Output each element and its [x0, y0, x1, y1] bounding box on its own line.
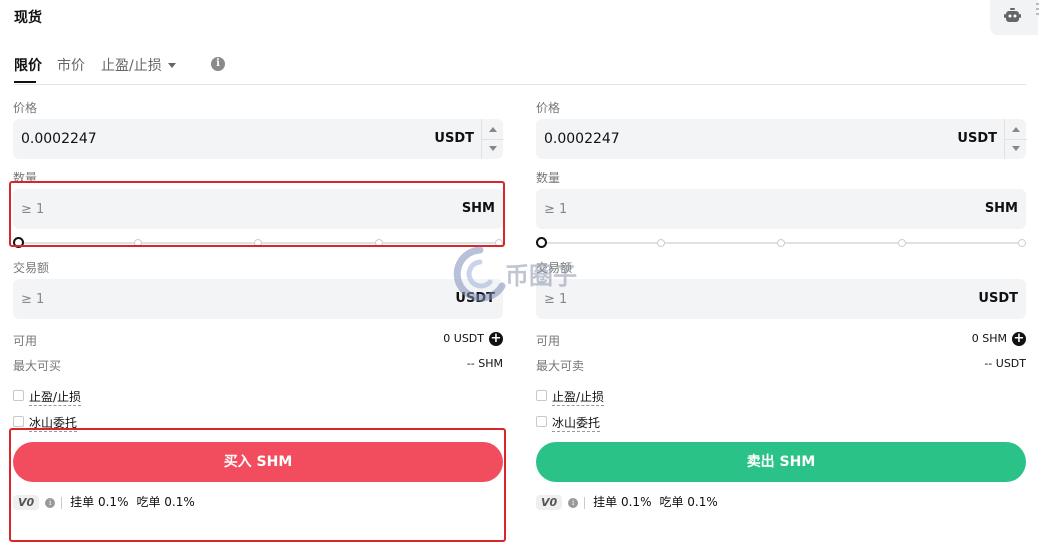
quantity-placeholder: ≥ 1 — [544, 202, 568, 217]
available-value: 0 USDT — [443, 332, 484, 345]
iceberg-checkbox[interactable]: 冰山委托 — [13, 414, 78, 432]
quantity-placeholder: ≥ 1 — [21, 202, 45, 217]
price-value: 0.0002247 — [21, 131, 97, 147]
total-unit: USDT — [455, 291, 495, 306]
checkbox-icon[interactable] — [536, 390, 547, 401]
increment-icon[interactable] — [1012, 127, 1020, 132]
deposit-plus-icon[interactable]: + — [489, 332, 503, 346]
price-value: 0.0002247 — [544, 131, 620, 147]
decrement-icon[interactable] — [1012, 146, 1020, 151]
available-value-wrap: 0 USDT + — [443, 332, 503, 346]
sell-button[interactable]: 卖出 SHM — [536, 442, 1026, 482]
price-label: 价格 — [13, 101, 38, 115]
tpsl-checkbox[interactable]: 止盈/止损 — [13, 388, 82, 406]
slider-tick-100[interactable] — [495, 239, 503, 247]
max-buy-value: -- SHM — [466, 357, 503, 370]
quantity-unit: SHM — [984, 201, 1018, 216]
max-buy-row: 最大可买 -- SHM — [13, 357, 503, 374]
iceberg-checkbox-label: 冰山委托 — [552, 416, 601, 432]
buy-price-input[interactable]: 0.0002247 USDT — [13, 119, 504, 159]
available-value-wrap: 0 SHM + — [972, 332, 1026, 346]
fee-info: V0 i 挂单 0.1% 吃单 0.1% — [13, 493, 195, 510]
maker-fee: 挂单 0.1% — [70, 495, 129, 509]
available-row: 可用 0 SHM + — [536, 332, 1026, 349]
price-unit: USDT — [957, 131, 997, 146]
tpsl-checkbox[interactable]: 止盈/止损 — [536, 388, 605, 406]
available-value: 0 SHM — [971, 332, 1007, 345]
quantity-unit: SHM — [461, 201, 495, 216]
vip-badge: V0 — [13, 495, 40, 510]
iceberg-checkbox-label: 冰山委托 — [29, 416, 78, 432]
slider-handle[interactable] — [536, 237, 547, 248]
checkbox-icon[interactable] — [13, 416, 24, 427]
checkbox-icon[interactable] — [536, 416, 547, 427]
sell-panel: 价格 0.0002247 USDT 数量 ≥ 1 SHM 交易额 ≥ 1 USD… — [536, 0, 1027, 545]
total-label: 交易额 — [536, 261, 573, 275]
price-label: 价格 — [536, 101, 561, 115]
checkbox-icon[interactable] — [13, 390, 24, 401]
total-unit: USDT — [978, 291, 1018, 306]
available-label: 可用 — [536, 334, 561, 348]
slider-tick-75[interactable] — [898, 239, 906, 247]
vip-badge: V0 — [536, 495, 563, 510]
slider-tick-100[interactable] — [1018, 239, 1026, 247]
price-unit: USDT — [434, 131, 474, 146]
max-buy-label: 最大可买 — [13, 359, 62, 373]
buy-button[interactable]: 买入 SHM — [13, 442, 503, 482]
sell-total-input[interactable]: ≥ 1 USDT — [536, 279, 1026, 319]
scroll-handle-icon[interactable] — [1036, 3, 1039, 18]
available-label: 可用 — [13, 334, 38, 348]
quantity-label: 数量 — [536, 171, 561, 185]
slider-tick-50[interactable] — [777, 239, 785, 247]
buy-amount-slider[interactable] — [13, 237, 503, 249]
tpsl-checkbox-label: 止盈/止损 — [552, 390, 605, 406]
available-row: 可用 0 USDT + — [13, 332, 503, 349]
iceberg-checkbox[interactable]: 冰山委托 — [536, 414, 601, 432]
total-placeholder: ≥ 1 — [21, 292, 45, 307]
total-placeholder: ≥ 1 — [544, 292, 568, 307]
price-stepper[interactable] — [481, 119, 504, 159]
price-stepper[interactable] — [1004, 119, 1027, 159]
taker-fee: 吃单 0.1% — [136, 495, 195, 509]
slider-tick-25[interactable] — [134, 239, 142, 247]
fee-info: V0 i 挂单 0.1% 吃单 0.1% — [536, 493, 718, 510]
taker-fee: 吃单 0.1% — [659, 495, 718, 509]
decrement-icon[interactable] — [489, 146, 497, 151]
sell-amount-slider[interactable] — [536, 237, 1026, 249]
tpsl-checkbox-label: 止盈/止损 — [29, 390, 82, 406]
max-sell-label: 最大可卖 — [536, 359, 585, 373]
quantity-label: 数量 — [13, 171, 38, 185]
sell-price-input[interactable]: 0.0002247 USDT — [536, 119, 1027, 159]
buy-quantity-input[interactable]: ≥ 1 SHM — [13, 189, 503, 229]
info-icon[interactable]: i — [568, 497, 579, 508]
sell-quantity-input[interactable]: ≥ 1 SHM — [536, 189, 1026, 229]
slider-handle[interactable] — [13, 237, 24, 248]
total-label: 交易额 — [13, 261, 50, 275]
slider-tick-25[interactable] — [657, 239, 665, 247]
buy-panel: 价格 0.0002247 USDT 数量 ≥ 1 SHM 交易额 ≥ 1 USD… — [13, 0, 504, 545]
buy-total-input[interactable]: ≥ 1 USDT — [13, 279, 503, 319]
maker-fee: 挂单 0.1% — [593, 495, 652, 509]
max-sell-row: 最大可卖 -- USDT — [536, 357, 1026, 374]
info-icon[interactable]: i — [45, 497, 56, 508]
increment-icon[interactable] — [489, 127, 497, 132]
deposit-plus-icon[interactable]: + — [1012, 332, 1026, 346]
slider-tick-50[interactable] — [254, 239, 262, 247]
slider-tick-75[interactable] — [375, 239, 383, 247]
max-sell-value: -- USDT — [984, 357, 1026, 370]
